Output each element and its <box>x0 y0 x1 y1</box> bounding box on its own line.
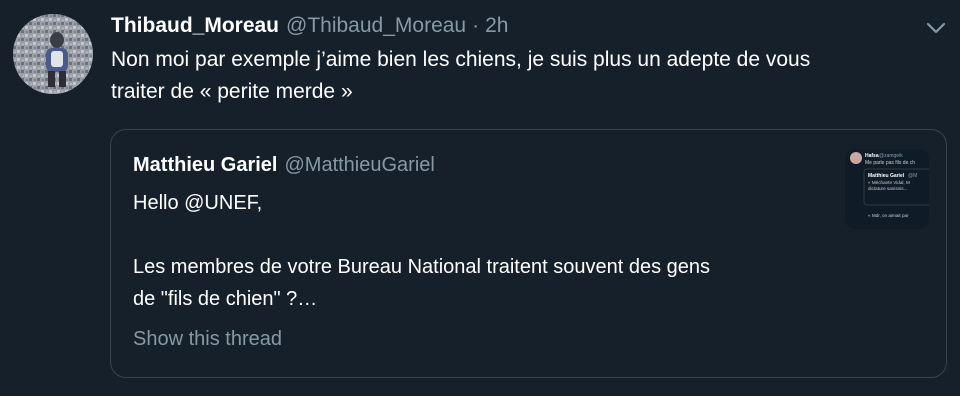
quoted-tweet-header: Matthieu Gariel @MatthieuGariel <box>133 154 435 177</box>
quoted-tweet-text: Hello @UNEF, Les membres de votre Bureau… <box>133 187 833 315</box>
author-display-name[interactable]: Thibaud_Moreau <box>111 14 279 38</box>
tweet-header: Thibaud_Moreau @Thibaud_Moreau · 2h <box>111 12 508 40</box>
thumbnail-quoted-handle: @M <box>908 173 917 179</box>
avatar[interactable] <box>13 14 93 94</box>
quoted-text-line: de "fils de chien" ?… <box>133 288 318 310</box>
thumbnail-quoted-line: « Méchante Vidal, M <box>868 180 910 185</box>
quoted-author-display-name: Matthieu Gariel <box>133 154 278 176</box>
thumbnail-text: Me parle pas fils de ch <box>865 160 915 166</box>
show-thread-link[interactable]: Show this thread <box>133 328 282 351</box>
separator-dot: · <box>472 14 480 37</box>
quoted-text-line: Les membres de votre Bureau National tra… <box>133 256 710 278</box>
thumbnail-reply: « Mdr, on aimait par <box>868 213 909 218</box>
thumbnail-avatar <box>850 152 862 164</box>
quoted-tweet-card[interactable]: Matthieu Gariel @MatthieuGariel Hello @U… <box>110 129 947 378</box>
quoted-text-blank-line <box>133 219 833 251</box>
chevron-down-icon[interactable] <box>924 16 948 40</box>
quoted-media-thumbnail[interactable]: Hafsa @zamgeik Me parle pas fils de ch M… <box>845 149 929 229</box>
tweet-text: Non moi par exemple j’aime bien les chie… <box>111 44 931 108</box>
tweet-timestamp[interactable]: 2h <box>485 14 508 38</box>
thumbnail-name: Hafsa <box>865 153 879 159</box>
tweet[interactable]: Thibaud_Moreau @Thibaud_Moreau · 2h Non … <box>0 0 960 396</box>
thumbnail-quoted-name: Matthieu Gariel <box>868 173 905 179</box>
author-handle[interactable]: @Thibaud_Moreau <box>286 14 466 38</box>
quoted-author-handle: @MatthieuGariel <box>284 154 435 176</box>
thumbnail-quoted-line: dictature sanisnis... <box>868 186 907 191</box>
quoted-text-line: Hello @UNEF, <box>133 192 263 214</box>
tweet-text-line: Non moi par exemple j’aime bien les chie… <box>111 48 811 71</box>
tweet-text-line: traiter de « perite merde » <box>111 80 353 103</box>
thumbnail-handle: @zamgeik <box>879 153 903 159</box>
